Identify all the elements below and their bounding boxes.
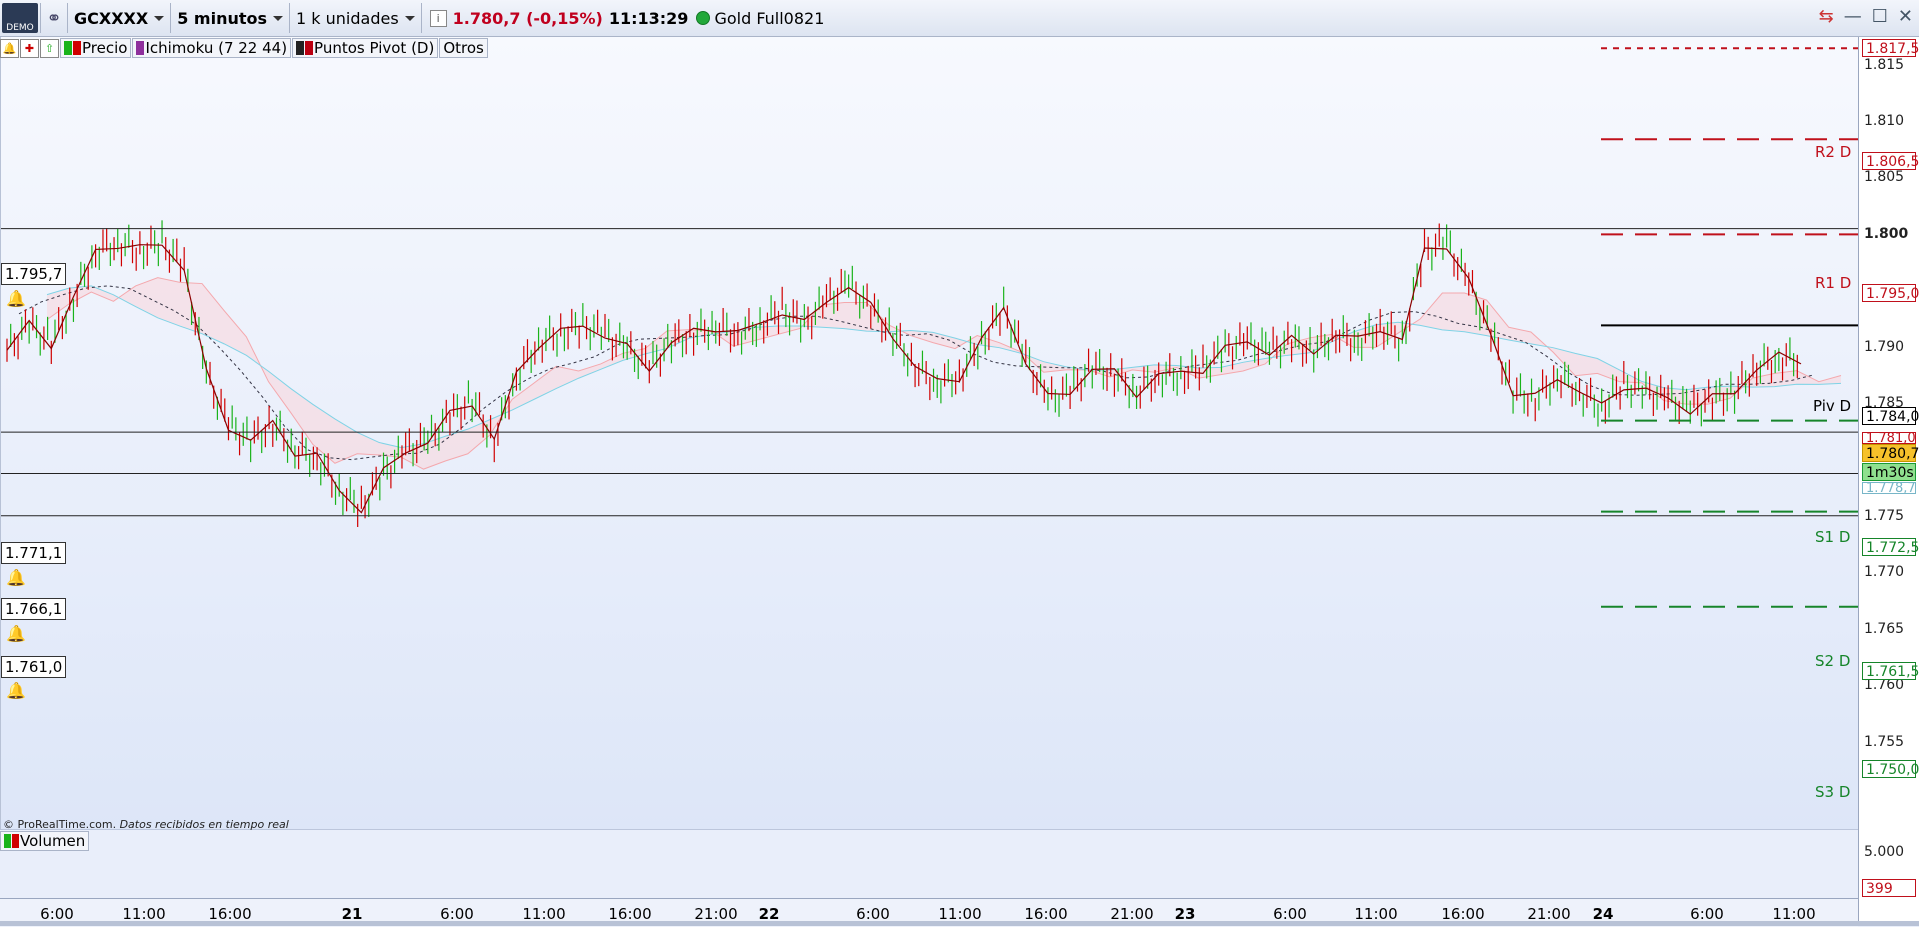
chevron-down-icon <box>154 15 165 21</box>
toolbar-separator <box>170 3 172 33</box>
price-tag-s2: 1.761,5 <box>1862 662 1919 680</box>
indicator-price-label: Precio <box>82 39 128 57</box>
arrow-up-icon[interactable]: ⇧ <box>40 38 59 58</box>
indicator-volume-label: Volumen <box>20 832 86 850</box>
volume-tag: 399 <box>1862 879 1916 897</box>
volume-down-swatch <box>12 834 19 848</box>
top-toolbar: DEMO ⚭ GCXXXX 5 minutos 1 k unidades i 1… <box>0 0 1919 37</box>
y-tick: 1.805 <box>1864 169 1905 185</box>
window-controls: ⇆ — ☐ ✕ <box>1819 6 1913 27</box>
hline-label-c[interactable]: 1.766,1 <box>1 598 67 620</box>
chevron-down-icon <box>273 15 284 21</box>
toolbar-separator <box>420 3 422 33</box>
demo-badge-icon: DEMO <box>2 3 38 33</box>
price-tag-hidden: 1.781,0 <box>1862 432 1916 444</box>
volume-panel-header: Volumen <box>0 830 90 852</box>
timeframe-selector[interactable]: 5 minutos <box>173 3 287 33</box>
price-tag-pivot: 1.784,0 <box>1862 407 1919 425</box>
pivot-label-r1: R1 D <box>1815 274 1852 292</box>
toolbar-separator <box>67 3 68 33</box>
price-tag-last: 1.780,7 <box>1862 444 1919 462</box>
price-tag-s3: 1.750,0 <box>1862 760 1919 778</box>
pivot-color-swatch <box>296 41 305 55</box>
price-tag-r1: 1.795,0 <box>1862 284 1919 302</box>
bottom-scrollbar[interactable] <box>0 921 1919 926</box>
price-chart-area[interactable] <box>0 37 1859 898</box>
indicator-pivots-label: Puntos Pivot (D) <box>314 39 435 57</box>
price-change: 1.780,7 (-0,15%) <box>452 8 603 28</box>
timeframe-label: 5 minutos <box>177 8 268 28</box>
price-tag-r2: 1.806,5 <box>1862 152 1919 170</box>
ichimoku-color-swatch <box>136 41 145 55</box>
pivot-label-r2: R2 D <box>1815 143 1852 161</box>
volume-tick: 5.000 <box>1864 844 1905 860</box>
order-icon[interactable]: ✚ <box>20 38 39 58</box>
maximize-icon[interactable]: ☐ <box>1872 6 1888 27</box>
indicator-ichimoku[interactable]: Ichimoku (7 22 44) <box>132 38 292 58</box>
y-tick: 1.815 <box>1864 57 1905 73</box>
indicator-ichimoku-label: Ichimoku (7 22 44) <box>145 39 288 57</box>
units-label: 1 k unidades <box>296 8 399 28</box>
volume-up-swatch <box>4 834 11 848</box>
pivot-label-s3: S3 D <box>1815 783 1851 801</box>
y-tick: 1.810 <box>1864 113 1905 129</box>
y-tick: 1.775 <box>1864 508 1905 524</box>
close-icon[interactable]: ✕ <box>1898 6 1913 27</box>
hline-label-d[interactable]: 1.761,0 <box>1 656 67 678</box>
chevron-down-icon <box>404 15 415 21</box>
bell-icon[interactable]: 🔔 <box>6 289 26 309</box>
bell-icon[interactable]: 🔔 <box>6 681 26 701</box>
pivot-label-s2: S2 D <box>1815 652 1851 670</box>
pivot-label-s1: S1 D <box>1815 528 1851 546</box>
pivot-label-pivot: Piv D <box>1813 397 1852 415</box>
units-selector[interactable]: 1 k unidades <box>292 3 419 33</box>
info-icon[interactable]: i <box>429 9 447 27</box>
indicator-pivots[interactable]: Puntos Pivot (D) <box>292 38 439 58</box>
price-chart-svg[interactable] <box>1 37 1859 898</box>
y-tick: 1.800 <box>1864 226 1909 242</box>
link-icon[interactable]: ⚭ <box>43 3 65 33</box>
indicator-others-label: Otros <box>443 39 484 57</box>
price-tag-s1: 1.772,5 <box>1862 538 1919 556</box>
y-tick: 1.765 <box>1864 621 1905 637</box>
price-tag-timer: 1m30s <box>1862 463 1916 481</box>
demo-badge-label: DEMO <box>6 23 34 33</box>
toolbar-separator <box>40 3 41 33</box>
connection-status-icon <box>696 11 711 25</box>
clock-time: 11:13:29 <box>608 8 689 28</box>
up-color-swatch <box>64 41 72 55</box>
price-tag-top: 1.817,5 <box>1862 39 1919 57</box>
bell-icon[interactable]: 🔔 <box>6 624 26 644</box>
minimize-icon[interactable]: — <box>1844 6 1862 27</box>
hline-label-b[interactable]: 1.771,1 <box>1 542 67 564</box>
symbol-label: GCXXXX <box>74 8 149 28</box>
pivot-color-swatch-2 <box>305 41 314 55</box>
indicator-others[interactable]: Otros <box>439 38 488 58</box>
toolbar-separator <box>289 3 291 33</box>
alarm-icon[interactable]: 🔔 <box>0 38 19 58</box>
down-color-swatch <box>73 41 81 55</box>
y-tick: 1.790 <box>1864 339 1905 355</box>
y-tick: 1.755 <box>1864 734 1905 750</box>
symbol-selector[interactable]: GCXXXX <box>70 3 168 33</box>
indicator-bar: 🔔 ✚ ⇧ Precio Ichimoku (7 22 44) Puntos P… <box>0 37 489 59</box>
credit-note: Datos recibidos en tiempo real <box>119 818 289 831</box>
price-tag-lower: 1.778,7 <box>1862 482 1916 494</box>
indicator-price[interactable]: Precio <box>60 38 132 58</box>
y-tick: 1.770 <box>1864 564 1905 580</box>
hline-label-a[interactable]: 1.795,7 <box>1 263 67 285</box>
bell-icon[interactable]: 🔔 <box>6 568 26 588</box>
instrument-name: Gold Full0821 <box>714 8 825 28</box>
sync-icon[interactable]: ⇆ <box>1819 6 1834 27</box>
indicator-volume[interactable]: Volumen <box>0 831 90 851</box>
